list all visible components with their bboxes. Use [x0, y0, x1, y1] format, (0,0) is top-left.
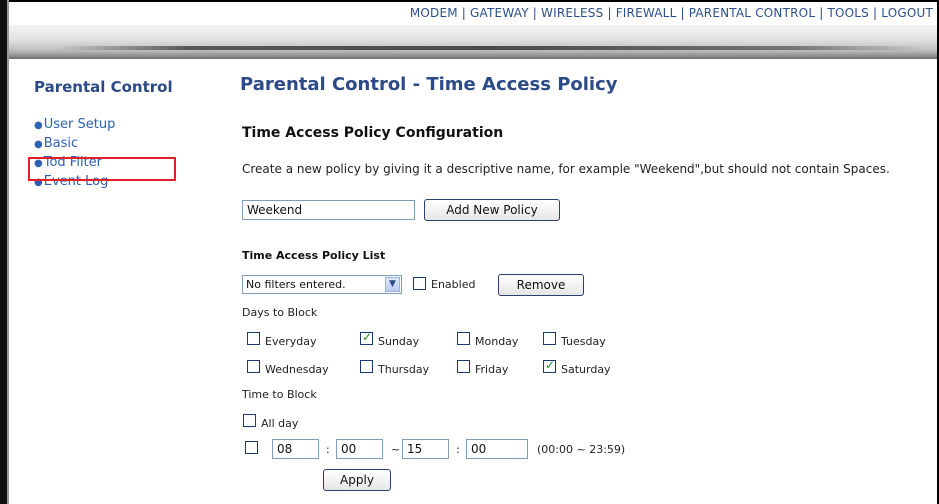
page-title: Parental Control - Time Access Policy [240, 74, 618, 95]
highlight-box [28, 157, 176, 181]
sunday-checkbox[interactable] [360, 330, 373, 345]
wednesday-checkbox[interactable] [247, 360, 260, 373]
enabled-label: Enabled [431, 278, 476, 291]
colon-separator: : [326, 443, 330, 456]
header-band-shine [60, 46, 920, 50]
config-heading: Time Access Policy Configuration [242, 125, 504, 141]
top-nav: MODEM | GATEWAY | WIRELESS | FIREWALL | PARENTAL… [409, 6, 933, 20]
all-day-label: All day [261, 417, 299, 430]
time-range-hint: (00:00 ~ 23:59) [537, 443, 626, 456]
days-heading: Days to Block [242, 306, 318, 319]
bullet-icon: ● [34, 120, 43, 131]
monday-label: Monday [475, 335, 519, 348]
sunday-label: Sunday [378, 335, 420, 348]
end-hour-input[interactable]: 15 [402, 439, 449, 459]
policy-select-value: No filters entered. [246, 278, 346, 291]
chevron-down-icon[interactable]: ▼ [385, 277, 400, 292]
monday-checkbox[interactable] [457, 332, 470, 345]
sidebar-item-label: Basic [43, 136, 79, 151]
time-range-checkbox[interactable] [245, 441, 258, 454]
nav-parental-control[interactable]: PARENTAL CONTROL [689, 6, 815, 20]
nav-tools[interactable]: TOOLS [827, 6, 869, 20]
everyday-label: Everyday [265, 335, 317, 348]
nav-firewall[interactable]: FIREWALL [616, 6, 677, 20]
nav-modem[interactable]: MODEM [410, 6, 458, 20]
nav-gateway[interactable]: GATEWAY [470, 6, 529, 20]
policy-list-heading: Time Access Policy List [242, 249, 386, 262]
sidebar-title: Parental Control [34, 78, 173, 96]
end-minute-input[interactable]: 00 [466, 439, 528, 459]
friday-label: Friday [475, 363, 509, 376]
sidebar-item-basic[interactable]: ●Basic [34, 135, 115, 154]
thursday-label: Thursday [378, 363, 430, 376]
everyday-checkbox[interactable] [247, 332, 260, 345]
friday-checkbox[interactable] [457, 360, 470, 373]
add-new-policy-button[interactable]: Add New Policy [424, 199, 560, 221]
nav-logout[interactable]: LOGOUT [881, 6, 933, 20]
colon-separator: : [456, 443, 460, 456]
left-border [0, 0, 7, 504]
sidebar-item-user-setup[interactable]: ●User Setup [34, 116, 115, 135]
enabled-checkbox[interactable] [413, 277, 426, 290]
saturday-label: Saturday [561, 363, 611, 376]
all-day-checkbox[interactable] [243, 414, 256, 427]
tuesday-checkbox[interactable] [543, 332, 556, 345]
header-band [9, 25, 937, 59]
start-hour-input[interactable]: 08 [272, 439, 319, 459]
remove-button[interactable]: Remove [498, 274, 584, 296]
nav-wireless[interactable]: WIRELESS [541, 6, 603, 20]
policy-select[interactable]: No filters entered. ▼ [242, 275, 402, 294]
saturday-checkbox[interactable] [543, 358, 556, 373]
apply-button[interactable]: Apply [323, 469, 391, 491]
thursday-checkbox[interactable] [360, 360, 373, 373]
bullet-icon: ● [34, 139, 43, 150]
tilde-separator: ~ [391, 443, 401, 456]
wednesday-label: Wednesday [265, 363, 329, 376]
time-heading: Time to Block [242, 388, 317, 401]
sidebar-item-label: User Setup [43, 117, 116, 132]
config-description: Create a new policy by giving it a descr… [242, 162, 890, 176]
policy-name-input[interactable]: Weekend [242, 200, 415, 220]
start-minute-input[interactable]: 00 [336, 439, 383, 459]
tuesday-label: Tuesday [561, 335, 606, 348]
left-border-shadow [7, 0, 9, 504]
